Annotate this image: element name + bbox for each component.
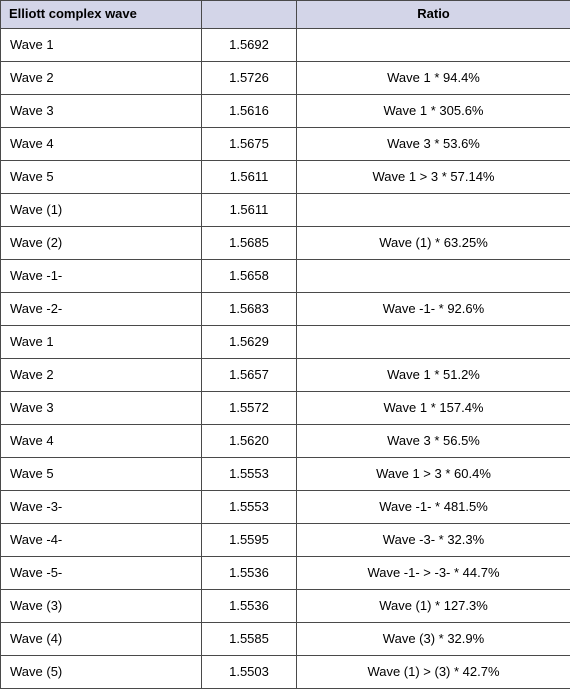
cell-wave-ratio: Wave -1- * 481.5% <box>297 491 570 524</box>
cell-wave-label: Wave 1 <box>1 326 202 359</box>
table-row: Wave 41.5620Wave 3 * 56.5% <box>1 425 570 458</box>
cell-wave-label: Wave 3 <box>1 95 202 128</box>
cell-wave-value: 1.5595 <box>202 524 297 557</box>
cell-wave-value: 1.5683 <box>202 293 297 326</box>
cell-wave-label: Wave (2) <box>1 227 202 260</box>
cell-wave-ratio: Wave 3 * 53.6% <box>297 128 570 161</box>
cell-wave-label: Wave (4) <box>1 623 202 656</box>
cell-wave-label: Wave 4 <box>1 128 202 161</box>
cell-wave-ratio <box>297 260 570 293</box>
elliott-wave-ratio-table: Elliott complex wave Ratio Wave 11.5692W… <box>0 0 570 689</box>
table-row: Wave 11.5692 <box>1 29 570 62</box>
cell-wave-ratio: Wave 1 * 94.4% <box>297 62 570 95</box>
cell-wave-label: Wave 4 <box>1 425 202 458</box>
cell-wave-label: Wave -3- <box>1 491 202 524</box>
cell-wave-ratio: Wave -1- * 92.6% <box>297 293 570 326</box>
cell-wave-value: 1.5536 <box>202 590 297 623</box>
cell-wave-ratio: Wave (3) * 32.9% <box>297 623 570 656</box>
cell-wave-label: Wave -4- <box>1 524 202 557</box>
cell-wave-value: 1.5616 <box>202 95 297 128</box>
table-row: Wave -3-1.5553Wave -1- * 481.5% <box>1 491 570 524</box>
cell-wave-label: Wave (3) <box>1 590 202 623</box>
column-header-value <box>202 1 297 29</box>
cell-wave-ratio: Wave 1 * 157.4% <box>297 392 570 425</box>
cell-wave-ratio <box>297 326 570 359</box>
table-body: Wave 11.5692Wave 21.5726Wave 1 * 94.4%Wa… <box>1 29 570 689</box>
table-row: Wave -4-1.5595Wave -3- * 32.3% <box>1 524 570 557</box>
cell-wave-value: 1.5657 <box>202 359 297 392</box>
cell-wave-value: 1.5536 <box>202 557 297 590</box>
cell-wave-ratio: Wave -3- * 32.3% <box>297 524 570 557</box>
table-row: Wave (3)1.5536Wave (1) * 127.3% <box>1 590 570 623</box>
table-row: Wave 11.5629 <box>1 326 570 359</box>
cell-wave-label: Wave 2 <box>1 359 202 392</box>
table-row: Wave -2-1.5683Wave -1- * 92.6% <box>1 293 570 326</box>
cell-wave-ratio: Wave (1) * 127.3% <box>297 590 570 623</box>
cell-wave-value: 1.5611 <box>202 161 297 194</box>
table-row: Wave 31.5616Wave 1 * 305.6% <box>1 95 570 128</box>
cell-wave-value: 1.5503 <box>202 656 297 689</box>
cell-wave-value: 1.5611 <box>202 194 297 227</box>
cell-wave-value: 1.5692 <box>202 29 297 62</box>
cell-wave-ratio: Wave 1 * 51.2% <box>297 359 570 392</box>
cell-wave-label: Wave 5 <box>1 161 202 194</box>
cell-wave-value: 1.5658 <box>202 260 297 293</box>
table-row: Wave 51.5553Wave 1 > 3 * 60.4% <box>1 458 570 491</box>
table-header-row: Elliott complex wave Ratio <box>1 1 570 29</box>
table-row: Wave 41.5675Wave 3 * 53.6% <box>1 128 570 161</box>
column-header-wave: Elliott complex wave <box>1 1 202 29</box>
table-row: Wave 31.5572Wave 1 * 157.4% <box>1 392 570 425</box>
cell-wave-ratio: Wave (1) > (3) * 42.7% <box>297 656 570 689</box>
cell-wave-ratio <box>297 194 570 227</box>
cell-wave-value: 1.5675 <box>202 128 297 161</box>
cell-wave-ratio <box>297 29 570 62</box>
cell-wave-value: 1.5553 <box>202 491 297 524</box>
cell-wave-value: 1.5572 <box>202 392 297 425</box>
table-row: Wave (5)1.5503Wave (1) > (3) * 42.7% <box>1 656 570 689</box>
cell-wave-ratio: Wave 1 > 3 * 60.4% <box>297 458 570 491</box>
cell-wave-label: Wave (5) <box>1 656 202 689</box>
table-row: Wave (1)1.5611 <box>1 194 570 227</box>
cell-wave-value: 1.5553 <box>202 458 297 491</box>
table-row: Wave -1-1.5658 <box>1 260 570 293</box>
cell-wave-ratio: Wave 1 * 305.6% <box>297 95 570 128</box>
cell-wave-ratio: Wave (1) * 63.25% <box>297 227 570 260</box>
cell-wave-label: Wave 1 <box>1 29 202 62</box>
cell-wave-label: Wave 3 <box>1 392 202 425</box>
table-row: Wave 21.5657Wave 1 * 51.2% <box>1 359 570 392</box>
cell-wave-ratio: Wave 1 > 3 * 57.14% <box>297 161 570 194</box>
cell-wave-value: 1.5620 <box>202 425 297 458</box>
table-row: Wave 51.5611Wave 1 > 3 * 57.14% <box>1 161 570 194</box>
table-row: Wave (4)1.5585Wave (3) * 32.9% <box>1 623 570 656</box>
cell-wave-label: Wave 2 <box>1 62 202 95</box>
cell-wave-label: Wave (1) <box>1 194 202 227</box>
cell-wave-ratio: Wave 3 * 56.5% <box>297 425 570 458</box>
cell-wave-value: 1.5726 <box>202 62 297 95</box>
cell-wave-label: Wave 5 <box>1 458 202 491</box>
table-header: Elliott complex wave Ratio <box>1 1 570 29</box>
table-row: Wave 21.5726Wave 1 * 94.4% <box>1 62 570 95</box>
cell-wave-label: Wave -2- <box>1 293 202 326</box>
cell-wave-value: 1.5685 <box>202 227 297 260</box>
cell-wave-value: 1.5629 <box>202 326 297 359</box>
cell-wave-label: Wave -1- <box>1 260 202 293</box>
cell-wave-ratio: Wave -1- > -3- * 44.7% <box>297 557 570 590</box>
table-row: Wave -5-1.5536Wave -1- > -3- * 44.7% <box>1 557 570 590</box>
column-header-ratio: Ratio <box>297 1 570 29</box>
cell-wave-value: 1.5585 <box>202 623 297 656</box>
table-row: Wave (2)1.5685Wave (1) * 63.25% <box>1 227 570 260</box>
cell-wave-label: Wave -5- <box>1 557 202 590</box>
